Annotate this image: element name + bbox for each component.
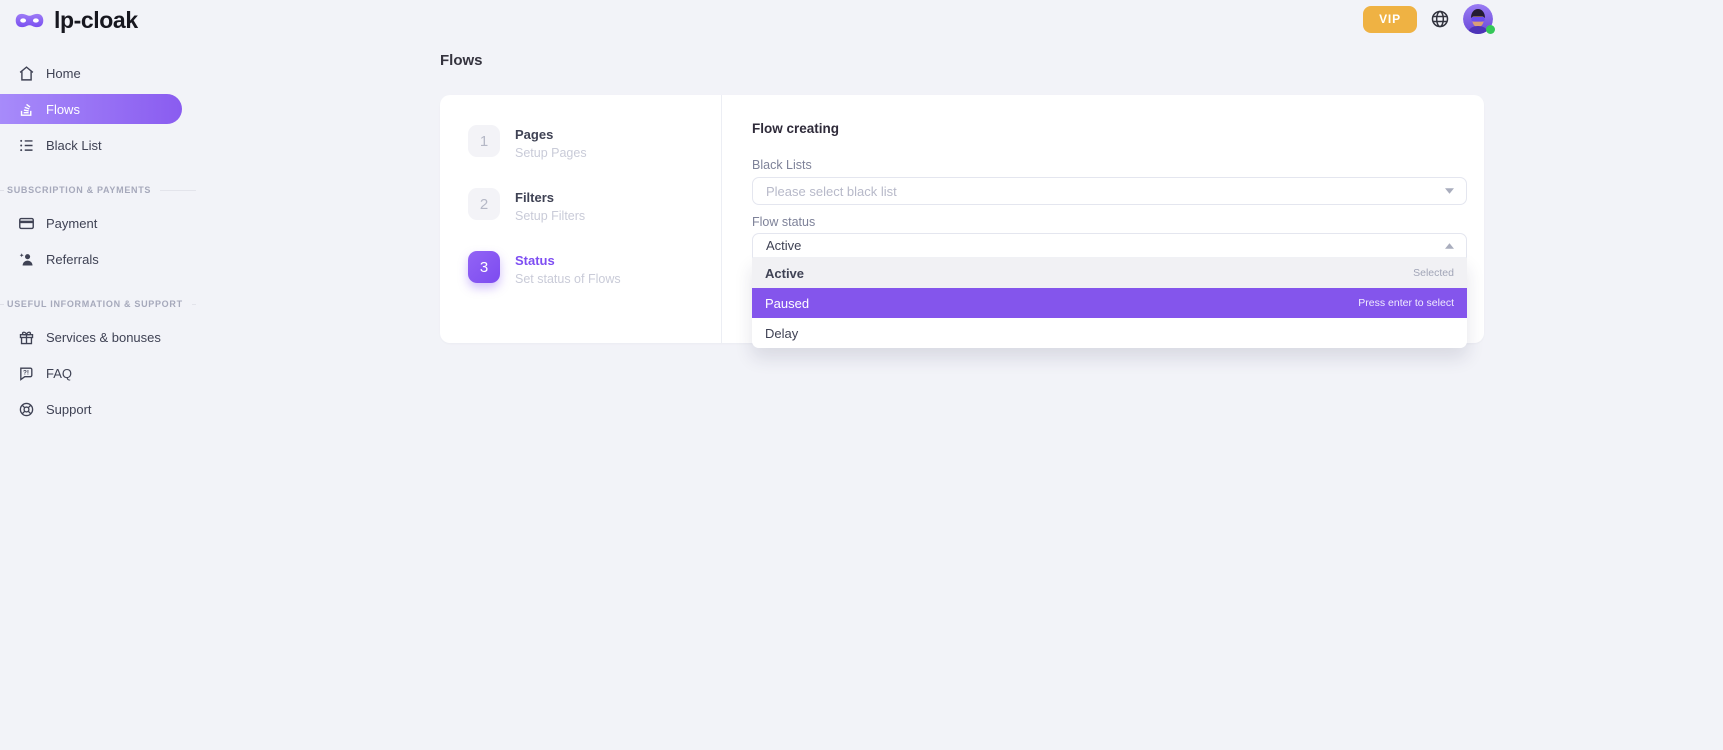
support-icon <box>18 401 35 418</box>
step-number-badge: 1 <box>468 125 500 157</box>
step-subtitle: Setup Pages <box>515 147 587 160</box>
online-status-dot <box>1486 25 1495 34</box>
sidebar-item-black-list[interactable]: Black List <box>0 130 210 160</box>
option-hint: Press enter to select <box>1358 297 1454 309</box>
sidebar: Home Flows Black List <box>0 58 210 430</box>
globe-icon[interactable] <box>1430 9 1450 29</box>
step-status[interactable]: 3 Status Set status of Flows <box>468 251 621 286</box>
user-avatar[interactable] <box>1463 4 1493 34</box>
step-title: Pages <box>515 128 587 141</box>
option-active[interactable]: Active Selected <box>752 258 1467 288</box>
option-paused[interactable]: Paused Press enter to select <box>752 288 1467 318</box>
sidebar-item-label: Flows <box>46 102 80 117</box>
step-number-badge: 3 <box>468 251 500 283</box>
flow-status-options: Active Selected Paused Press enter to se… <box>752 258 1467 348</box>
flow-creating-form: Flow creating Black Lists Flow status Ac… <box>752 95 1467 348</box>
mask-icon <box>14 9 45 32</box>
sidebar-item-faq[interactable]: ?! FAQ <box>0 358 210 388</box>
black-lists-select[interactable] <box>752 177 1467 205</box>
sidebar-item-services-bonuses[interactable]: Services & bonuses <box>0 322 210 352</box>
sidebar-item-label: Support <box>46 402 92 417</box>
gift-icon <box>18 329 35 346</box>
sidebar-item-label: Referrals <box>46 252 99 267</box>
step-title: Filters <box>515 191 585 204</box>
step-number-badge: 2 <box>468 188 500 220</box>
page-title: Flows <box>440 52 483 69</box>
option-label: Active <box>765 266 804 281</box>
black-lists-label: Black Lists <box>752 158 1467 172</box>
option-label: Paused <box>765 296 809 311</box>
home-icon <box>18 65 35 82</box>
step-filters[interactable]: 2 Filters Setup Filters <box>468 188 585 223</box>
option-label: Delay <box>765 326 798 341</box>
flow-creating-card: 1 Pages Setup Pages 2 Filters Setup Filt… <box>440 95 1484 343</box>
sidebar-item-label: Services & bonuses <box>46 330 161 345</box>
sidebar-item-support[interactable]: Support <box>0 394 210 424</box>
sidebar-item-flows[interactable]: Flows <box>0 94 182 124</box>
option-delay[interactable]: Delay <box>752 318 1467 348</box>
app-window: lp-cloak VIP <box>0 0 1723 750</box>
sidebar-section-header: USEFUL INFORMATION & SUPPORT <box>0 299 210 309</box>
sidebar-item-label: Home <box>46 66 81 81</box>
sidebar-section-header: SUBSCRIPTION & PAYMENTS <box>0 185 210 195</box>
svg-text:?!: ?! <box>23 369 29 376</box>
option-hint: Selected <box>1413 267 1454 279</box>
flow-status-label: Flow status <box>752 215 1467 229</box>
step-subtitle: Set status of Flows <box>515 273 621 286</box>
sidebar-item-label: Payment <box>46 216 97 231</box>
black-lists-input[interactable] <box>766 184 1436 199</box>
topbar-actions: VIP <box>1363 4 1493 34</box>
chevron-down-icon <box>1445 188 1454 194</box>
brand-name: lp-cloak <box>54 7 138 34</box>
payment-icon <box>18 215 35 232</box>
black-list-icon <box>18 137 35 154</box>
flows-icon <box>18 101 35 118</box>
step-pages[interactable]: 1 Pages Setup Pages <box>468 125 587 160</box>
brand-logo[interactable]: lp-cloak <box>14 7 138 34</box>
vip-button[interactable]: VIP <box>1363 6 1417 33</box>
card-divider <box>721 95 722 343</box>
chevron-up-icon <box>1445 243 1454 249</box>
step-subtitle: Setup Filters <box>515 210 585 223</box>
referrals-icon <box>18 251 35 268</box>
sidebar-item-home[interactable]: Home <box>0 58 210 88</box>
flow-status-value: Active <box>766 238 801 253</box>
flow-status-select[interactable]: Active <box>752 233 1467 258</box>
sidebar-item-label: Black List <box>46 138 102 153</box>
sidebar-item-payment[interactable]: Payment <box>0 208 210 238</box>
form-title: Flow creating <box>752 121 1467 136</box>
sidebar-item-label: FAQ <box>46 366 72 381</box>
step-title: Status <box>515 254 621 267</box>
faq-icon: ?! <box>18 365 35 382</box>
sidebar-item-referrals[interactable]: Referrals <box>0 244 210 274</box>
